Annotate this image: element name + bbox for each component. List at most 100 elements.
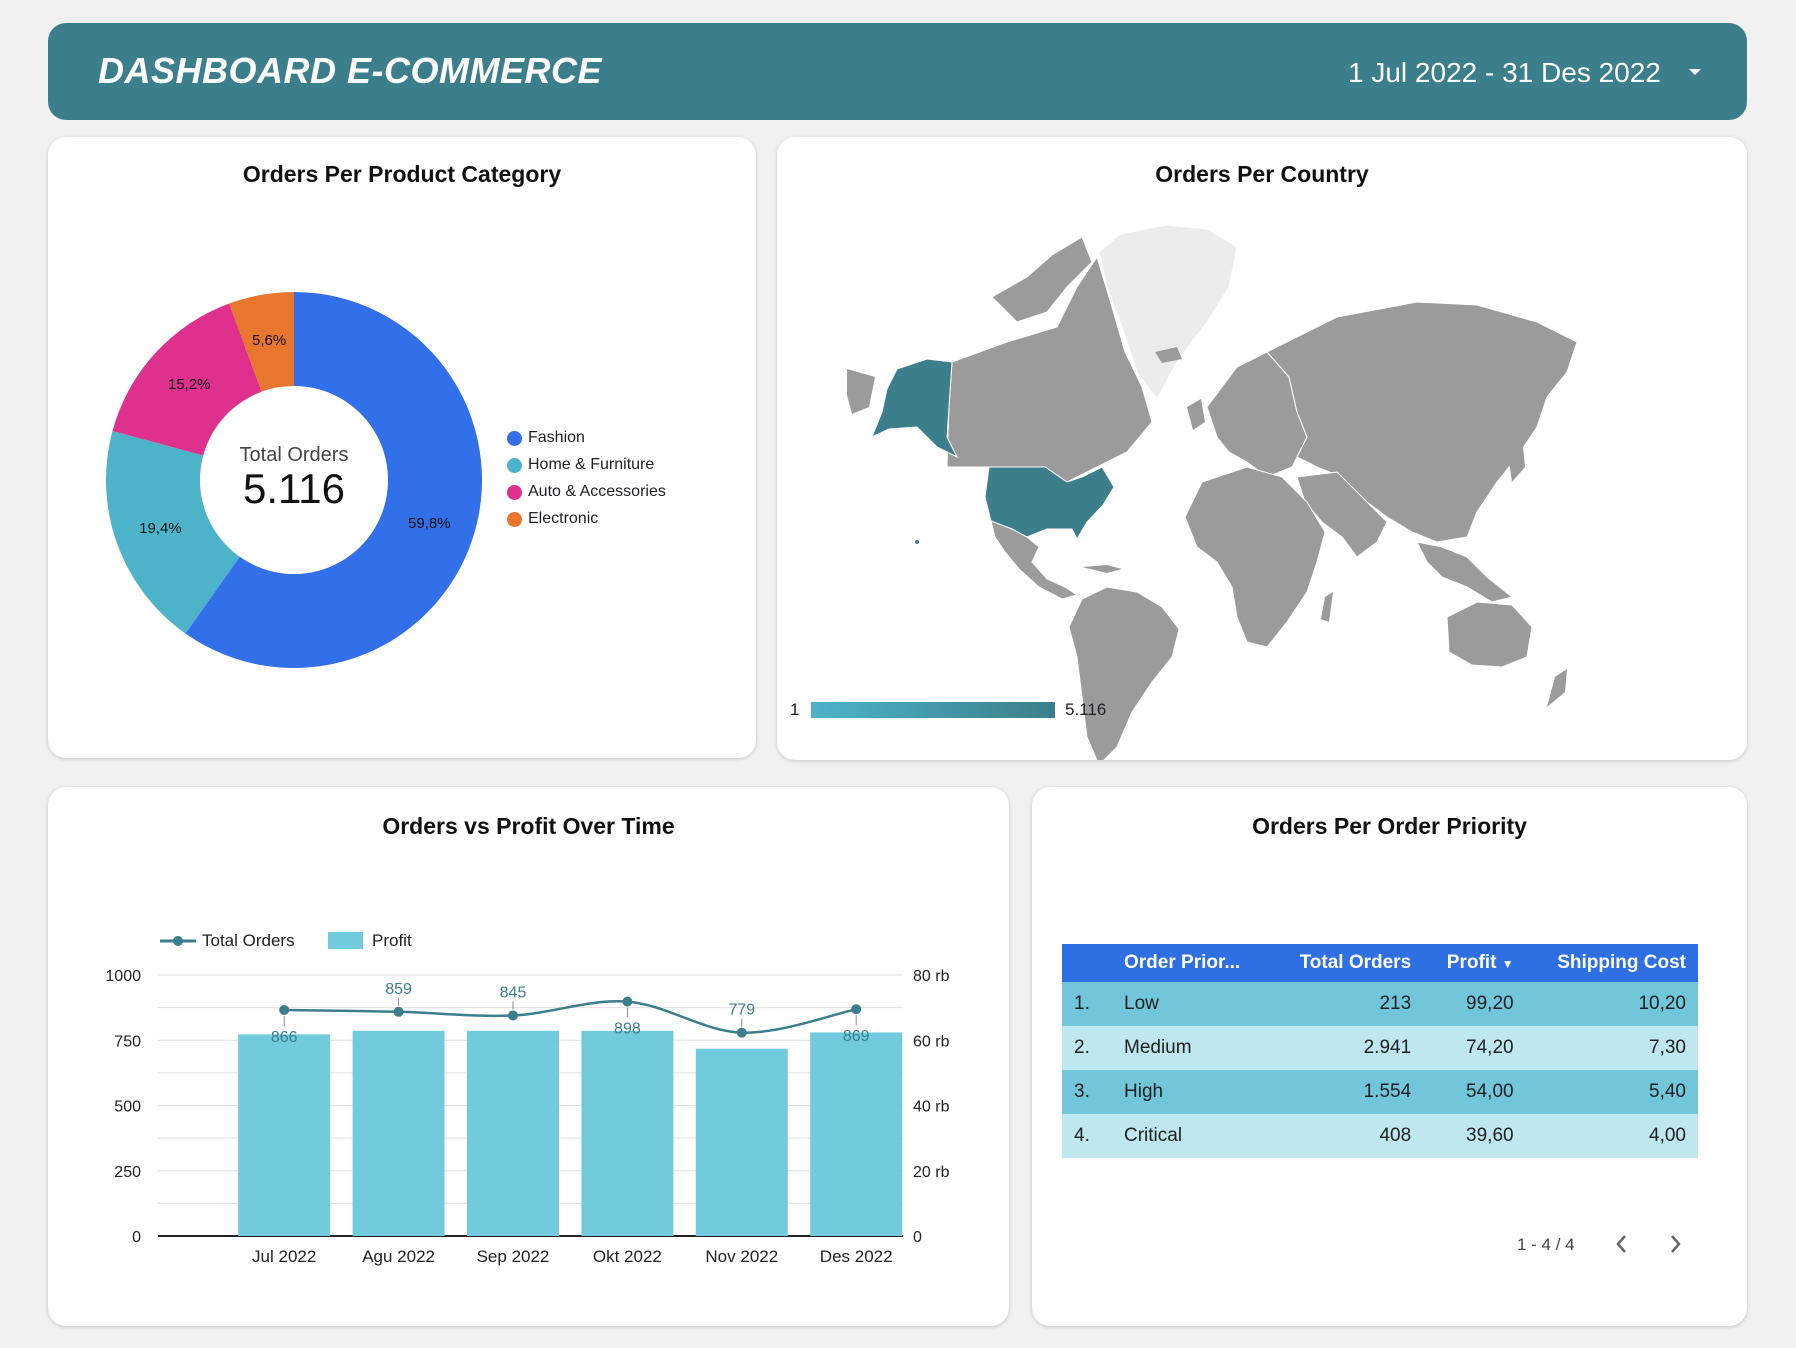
orders-data-label: 869: [843, 1028, 870, 1045]
profit-bar[interactable]: [238, 1034, 331, 1236]
australia-shape: [1446, 601, 1533, 668]
legend-item[interactable]: Auto & Accessories: [507, 483, 666, 501]
left-tick-label: 1000: [105, 968, 141, 985]
legend-label: Fashion: [528, 429, 585, 446]
row-total-orders: 213: [1270, 982, 1424, 1026]
col-profit-label: Profit: [1446, 952, 1497, 973]
row-total-orders: 408: [1270, 1114, 1424, 1158]
orders-point[interactable]: [279, 1004, 290, 1015]
col-shipping-cost[interactable]: Shipping Cost: [1525, 944, 1698, 982]
sort-desc-icon[interactable]: ▼: [1502, 957, 1514, 971]
madagascar-shape: [1321, 592, 1333, 622]
profit-bar[interactable]: [810, 1032, 903, 1236]
orders-point[interactable]: [736, 1027, 747, 1038]
col-order-priority[interactable]: Order Prior...: [1112, 944, 1271, 982]
orders-data-label: 859: [385, 981, 412, 998]
row-index: 2.: [1062, 1026, 1112, 1070]
row-total-orders: 2.941: [1270, 1026, 1424, 1070]
legend-item[interactable]: Home & Furniture: [507, 456, 654, 474]
orders-point[interactable]: [622, 996, 633, 1007]
row-shipping-cost: 5,40: [1525, 1070, 1698, 1114]
priority-card: Orders Per Order Priority Order Prior...…: [1032, 787, 1747, 1326]
profit-bar[interactable]: [695, 1048, 788, 1236]
col-total-orders[interactable]: Total Orders: [1270, 944, 1424, 982]
country-card: Orders Per Country 1 5.116: [777, 137, 1747, 760]
legend-dot-icon: [507, 511, 522, 527]
slice-label: 15,2%: [168, 376, 211, 393]
row-index: 1.: [1062, 982, 1112, 1026]
row-shipping-cost: 10,20: [1525, 982, 1698, 1026]
legend-dot-icon: [507, 484, 522, 500]
southeast-asia-shape: [1416, 541, 1514, 603]
x-tick-label: Jul 2022: [252, 1247, 316, 1266]
dashboard-header: DASHBOARD E-COMMERCE 1 Jul 2022 - 31 Des…: [48, 23, 1747, 120]
left-tick-label: 500: [114, 1099, 141, 1116]
x-tick-label: Agu 2022: [362, 1247, 435, 1266]
row-shipping-cost: 4,00: [1525, 1114, 1698, 1158]
profit-bar[interactable]: [352, 1030, 445, 1236]
row-priority: Medium: [1112, 1026, 1271, 1070]
legend-label: Home & Furniture: [528, 456, 655, 473]
x-tick-label: Des 2022: [820, 1247, 893, 1266]
right-tick-label: 60 rb: [913, 1033, 950, 1050]
slice-label: 59,8%: [408, 515, 451, 532]
chukotka-shape: [847, 369, 875, 414]
legend-item[interactable]: Fashion: [507, 429, 585, 447]
col-profit[interactable]: Profit ▼: [1423, 944, 1526, 982]
legend-item[interactable]: Electronic: [507, 510, 598, 528]
category-card: Orders Per Product Category Total Orders…: [48, 137, 756, 758]
priority-table: Order Prior... Total Orders Profit ▼ Shi…: [1062, 944, 1698, 1158]
chevron-left-icon[interactable]: [1607, 1227, 1637, 1261]
row-profit: 74,20: [1423, 1026, 1526, 1070]
color-scale-bar: [811, 702, 1055, 718]
dashboard-title: DASHBOARD E-COMMERCE: [98, 50, 602, 91]
table-row[interactable]: 3. High 1.554 54,00 5,40: [1062, 1070, 1698, 1114]
orders-data-label: 866: [271, 1029, 298, 1046]
caret-down-icon[interactable]: [1680, 57, 1710, 87]
left-tick-label: 750: [114, 1033, 141, 1050]
orders-data-label: 779: [728, 1002, 755, 1019]
table-row[interactable]: 2. Medium 2.941 74,20 7,30: [1062, 1026, 1698, 1070]
category-donut-chart: Total Orders 5.116 59,8% 19,4% 15,2% 5,6%: [106, 292, 483, 669]
right-tick-label: 80 rb: [913, 968, 950, 985]
alaska-shape[interactable]: [871, 358, 959, 459]
scale-min-label: 1: [790, 700, 800, 719]
profit-bar[interactable]: [467, 1030, 559, 1236]
table-row[interactable]: 1. Low 213 99,20 10,20: [1062, 982, 1698, 1026]
col-index: [1062, 944, 1112, 982]
legend-label: Electronic: [528, 510, 599, 527]
south-america-shape: [1068, 586, 1180, 760]
right-tick-label: 0: [913, 1229, 922, 1246]
table-header-row: Order Prior... Total Orders Profit ▼ Shi…: [1062, 944, 1698, 982]
x-tick-label: Nov 2022: [705, 1247, 778, 1266]
time-card: Orders vs Profit Over Time Total Orders …: [48, 787, 1009, 1326]
row-profit: 39,60: [1423, 1114, 1526, 1158]
left-tick-label: 250: [114, 1164, 141, 1181]
row-total-orders: 1.554: [1270, 1070, 1424, 1114]
world-map[interactable]: [777, 137, 1747, 760]
row-index: 4.: [1062, 1114, 1112, 1158]
table-row[interactable]: 4. Critical 408 39,60 4,00: [1062, 1114, 1698, 1158]
date-range[interactable]: 1 Jul 2022 - 31 Des 2022: [1348, 57, 1661, 89]
row-profit: 54,00: [1423, 1070, 1526, 1114]
slice-label: 19,4%: [139, 520, 182, 537]
row-shipping-cost: 7,30: [1525, 1026, 1698, 1070]
orders-point[interactable]: [851, 1004, 862, 1015]
hawaii-shape: [915, 540, 919, 544]
legend-dot-icon: [507, 457, 522, 473]
priority-card-title: Orders Per Order Priority: [1252, 813, 1527, 839]
row-profit: 99,20: [1423, 982, 1526, 1026]
caribbean-shape: [1082, 565, 1122, 573]
orders-point[interactable]: [393, 1006, 404, 1017]
uk-shape: [1187, 399, 1205, 430]
right-tick-label: 20 rb: [913, 1164, 950, 1181]
profit-bar[interactable]: [581, 1030, 674, 1236]
scale-max-label: 5.116: [1065, 700, 1107, 719]
row-priority: Critical: [1112, 1114, 1271, 1158]
chevron-right-icon[interactable]: [1660, 1227, 1690, 1261]
row-index: 3.: [1062, 1070, 1112, 1114]
row-priority: High: [1112, 1070, 1271, 1114]
orders-point[interactable]: [508, 1010, 518, 1021]
x-tick-label: Sep 2022: [477, 1247, 550, 1266]
legend-dot-icon: [507, 430, 522, 446]
